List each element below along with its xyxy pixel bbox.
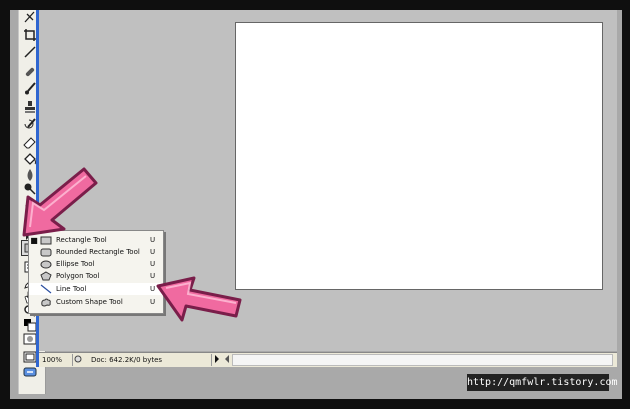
navigator-icon[interactable] [73,355,83,365]
flyout-item-label: Polygon Tool [56,272,100,280]
document-canvas[interactable] [235,22,603,290]
zoom-level[interactable]: 100% [39,354,73,366]
ellipse-icon [39,259,53,269]
flyout-item-label: Line Tool [56,285,87,293]
flyout-item-shortcut: U [150,248,156,256]
pink-arrow-annotation-left [22,167,98,237]
polygon-icon [39,271,53,281]
status-bar: 100% Doc: 642.2K/0 bytes [39,352,617,367]
flyout-item-label: Custom Shape Tool [56,298,123,306]
line-icon [39,284,53,294]
flyout-item-shortcut: U [150,236,156,244]
horizontal-scrollbar[interactable] [232,354,613,366]
document-size: Doc: 642.2K/0 bytes [83,354,212,366]
custom-shape-icon [39,297,53,307]
pink-arrow-annotation-right [156,276,242,322]
flyout-item-shortcut: U [150,260,156,268]
screenshot-frame: 100% Doc: 642.2K/0 bytes ■ Rectangle Too… [0,0,630,409]
jump-to-imageready-icon[interactable] [22,365,38,379]
flyout-item-line[interactable]: Line Tool U [29,283,163,295]
status-menu-arrow-icon[interactable] [212,355,222,365]
watermark-url: http://qmfwlr.tistory.com [467,374,618,391]
flyout-item-ellipse[interactable]: Ellipse Tool U [29,258,163,270]
flyout-item-custom-shape[interactable]: Custom Shape Tool U [29,296,163,308]
flyout-item-label: Ellipse Tool [56,260,95,268]
scroll-left-icon[interactable] [222,355,232,365]
flyout-item-polygon[interactable]: Polygon Tool U [29,270,163,282]
